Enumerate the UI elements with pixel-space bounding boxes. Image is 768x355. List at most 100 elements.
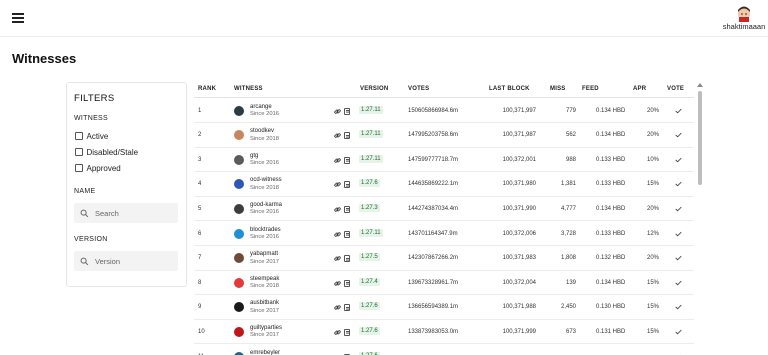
witness-name[interactable]: arcange (250, 104, 272, 110)
table-row[interactable]: 2 stoodkev Since 2018 1.27.11 147995203758.6… (194, 123, 694, 148)
vote-check-icon[interactable] (675, 304, 682, 310)
document-icon[interactable] (344, 156, 350, 164)
witness-avatar[interactable] (234, 105, 244, 116)
name-search-input[interactable] (95, 208, 175, 218)
witness-name[interactable]: blocktrades (250, 227, 281, 233)
witness-avatar[interactable] (234, 154, 244, 165)
col-witness[interactable]: WITNESS (234, 86, 263, 92)
filter-active-label[interactable]: Active (87, 132, 109, 141)
col-votes[interactable]: VOTES (408, 86, 429, 92)
filter-disabled-label[interactable]: Disabled/Stale (87, 148, 139, 157)
witness-name[interactable]: yabapmatt (250, 251, 278, 257)
last-block-value[interactable]: 100,371,987 (503, 132, 536, 138)
document-icon[interactable] (344, 328, 350, 336)
link-icon[interactable] (334, 231, 341, 238)
link-icon[interactable] (334, 157, 341, 164)
link-icon[interactable] (334, 181, 341, 188)
vote-check-icon[interactable] (675, 108, 682, 114)
checkbox-box[interactable] (75, 164, 83, 172)
checkbox-box[interactable] (75, 148, 83, 156)
name-search-field[interactable] (74, 203, 178, 223)
witness-avatar[interactable] (234, 203, 244, 214)
last-block-value[interactable]: 100,371,999 (503, 329, 536, 335)
witness-name[interactable]: guiltyparties (250, 325, 282, 331)
document-icon[interactable] (344, 132, 350, 140)
witness-name[interactable]: gtg (250, 153, 258, 159)
table-row[interactable]: 6 blocktrades Since 2016 1.27.11 14370116434… (194, 222, 694, 247)
document-icon[interactable] (344, 205, 350, 213)
last-block-value[interactable]: 100,371,997 (503, 108, 536, 114)
witness-name[interactable]: ausbitbank (250, 300, 279, 306)
table-row[interactable]: 10 guiltyparties Since 2017 1.27.6 133873983… (194, 320, 694, 345)
version-search-input[interactable] (95, 256, 175, 266)
witness-avatar[interactable] (234, 351, 244, 355)
document-icon[interactable] (344, 304, 350, 312)
col-last-block[interactable]: LAST BLOCK (489, 86, 530, 92)
filter-active-checkbox[interactable]: Active (75, 131, 108, 141)
version-search-field[interactable] (74, 251, 178, 271)
col-vote[interactable]: VOTE (667, 86, 684, 92)
col-rank[interactable]: RANK (198, 86, 216, 92)
witness-name[interactable]: emrebeyler (250, 350, 280, 355)
link-icon[interactable] (334, 255, 341, 262)
vote-check-icon[interactable] (675, 181, 682, 187)
col-version[interactable]: VERSION (360, 86, 388, 92)
document-icon[interactable] (344, 107, 350, 115)
table-row[interactable]: 8 steempeak Since 2018 1.27.4 139673328961.7… (194, 271, 694, 296)
table-row[interactable]: 4 ocd-witness Since 2018 1.27.6 144635869222… (194, 172, 694, 197)
vote-check-icon[interactable] (675, 280, 682, 286)
last-block-value[interactable]: 100,371,988 (503, 304, 536, 310)
witness-avatar[interactable] (234, 179, 244, 190)
user-profile[interactable]: shaktimaaan (720, 4, 768, 31)
table-row[interactable]: 7 yabapmatt Since 2017 1.27.5 142307867266.2… (194, 246, 694, 271)
document-icon[interactable] (344, 230, 350, 238)
table-row[interactable]: 1 arcange Since 2016 1.27.11 150605866984.6m… (194, 99, 694, 124)
vote-check-icon[interactable] (675, 231, 682, 237)
document-icon[interactable] (344, 255, 350, 263)
avatar[interactable] (735, 4, 753, 22)
witness-name[interactable]: stoodkev (250, 128, 274, 134)
last-block-value[interactable]: 100,372,001 (503, 157, 536, 163)
scroll-up-icon[interactable] (697, 83, 703, 87)
last-block-value[interactable]: 100,371,980 (503, 181, 536, 187)
table-row[interactable]: 11emrebeylerSince 20171.27.6 (194, 345, 694, 355)
filter-disabled-checkbox[interactable]: Disabled/Stale (75, 147, 138, 157)
filter-approved-checkbox[interactable]: Approved (75, 163, 121, 173)
link-icon[interactable] (334, 206, 341, 213)
vote-check-icon[interactable] (675, 206, 682, 212)
col-apr[interactable]: APR (633, 86, 646, 92)
filter-approved-label[interactable]: Approved (87, 164, 121, 173)
witness-avatar[interactable] (234, 253, 244, 264)
last-block-value[interactable]: 100,372,006 (503, 231, 536, 237)
link-icon[interactable] (334, 132, 341, 139)
document-icon[interactable] (344, 279, 350, 287)
link-icon[interactable] (334, 108, 341, 115)
table-scrollbar[interactable] (697, 82, 703, 355)
scrollbar-thumb[interactable] (698, 91, 702, 185)
menu-icon[interactable] (12, 13, 24, 23)
last-block-value[interactable]: 100,372,004 (503, 280, 536, 286)
username[interactable]: shaktimaaan (720, 22, 768, 31)
col-feed[interactable]: FEED (582, 86, 599, 92)
vote-check-icon[interactable] (675, 132, 682, 138)
link-icon[interactable] (334, 304, 341, 311)
witness-name[interactable]: steempeak (250, 276, 279, 282)
last-block-value[interactable]: 100,371,983 (503, 255, 536, 261)
witness-name[interactable]: ocd-witness (250, 177, 282, 183)
witness-avatar[interactable] (234, 228, 244, 239)
witness-avatar[interactable] (234, 302, 244, 313)
checkbox-box[interactable] (75, 132, 83, 140)
vote-check-icon[interactable] (675, 255, 682, 261)
witness-avatar[interactable] (234, 130, 244, 141)
vote-check-icon[interactable] (675, 329, 682, 335)
document-icon[interactable] (344, 181, 350, 189)
table-row[interactable]: 5 good-karma Since 2016 1.27.3 144274387034.… (194, 197, 694, 222)
table-row[interactable]: 3 gtg Since 2016 1.27.11 147599777718.7m 100,… (194, 148, 694, 173)
table-row[interactable]: 9 ausbitbank Since 2017 1.27.6 136656594389.… (194, 295, 694, 320)
witness-avatar[interactable] (234, 326, 244, 337)
witness-avatar[interactable] (234, 277, 244, 288)
col-miss[interactable]: MISS (550, 86, 565, 92)
vote-check-icon[interactable] (675, 157, 682, 163)
link-icon[interactable] (334, 329, 341, 336)
witness-name[interactable]: good-karma (250, 202, 282, 208)
